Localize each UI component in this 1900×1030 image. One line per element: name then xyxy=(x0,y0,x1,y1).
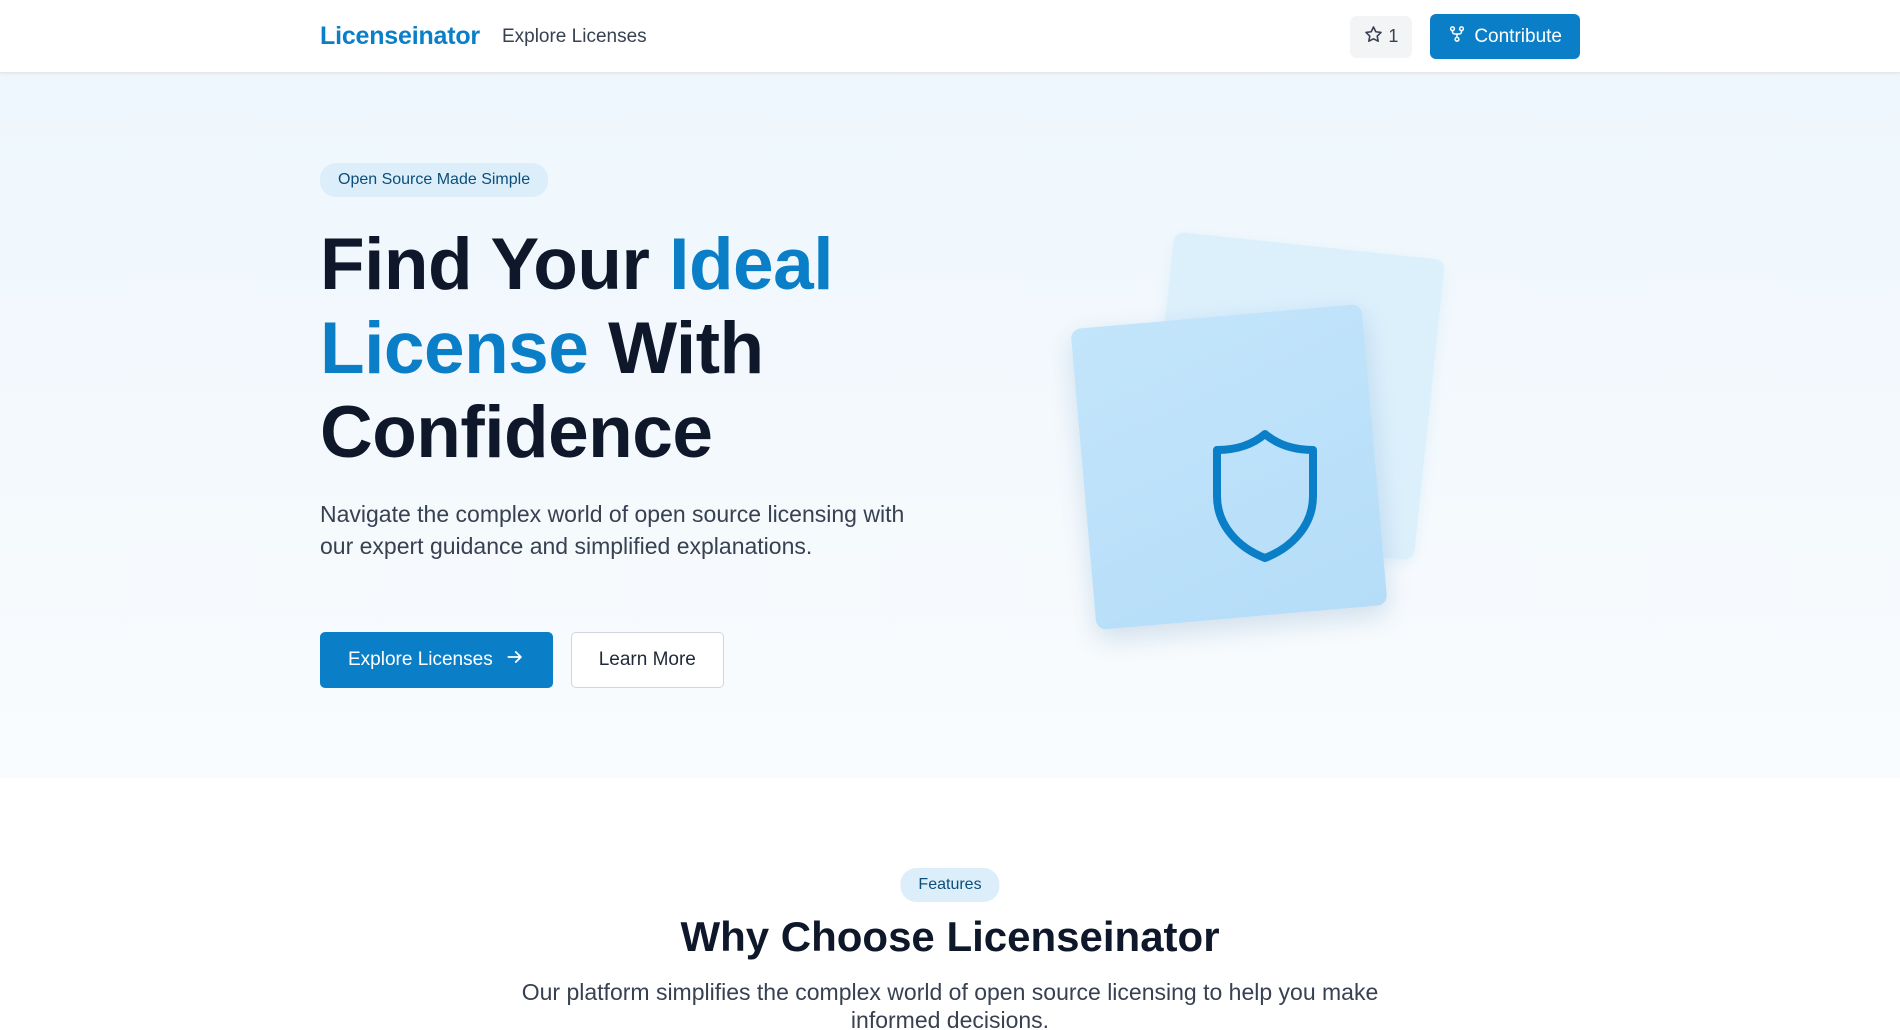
navbar-inner: Licenseinator Explore Licenses 1 Contrib… xyxy=(320,0,1580,73)
headline-part-3: Confidence xyxy=(320,392,713,473)
shield-icon xyxy=(1205,426,1325,566)
hero-headline: Find Your Ideal License With Confidence xyxy=(320,223,980,475)
star-count: 1 xyxy=(1388,26,1399,46)
git-fork-icon xyxy=(1448,25,1466,49)
learn-more-button[interactable]: Learn More xyxy=(570,632,724,688)
hero-badge: Open Source Made Simple xyxy=(320,163,549,197)
features-description: Our platform simplifies the complex worl… xyxy=(521,979,1379,1030)
explore-licenses-button[interactable]: Explore Licenses xyxy=(320,632,553,688)
hero-description: Navigate the complex world of open sourc… xyxy=(320,501,905,559)
hero-section: Open Source Made Simple Find Your Ideal L… xyxy=(0,73,1900,778)
contribute-label: Contribute xyxy=(1474,25,1562,47)
logo[interactable]: Licenseinator xyxy=(320,22,480,51)
headline-accent-license: License xyxy=(320,308,589,389)
contribute-button[interactable]: Contribute xyxy=(1430,14,1580,59)
arrow-right-icon xyxy=(505,647,525,673)
features-badge: Features xyxy=(900,868,1000,902)
top-navbar: Licenseinator Explore Licenses 1 Contrib… xyxy=(0,0,1900,73)
headline-part-1: Find Your xyxy=(320,224,670,305)
headline-part-2: With xyxy=(588,308,764,389)
star-button[interactable]: 1 xyxy=(1350,15,1413,58)
hero-actions: Explore Licenses Learn More xyxy=(320,632,724,688)
headline-accent-ideal: Ideal xyxy=(669,224,834,305)
star-icon xyxy=(1364,25,1383,49)
features-title: Why Choose Licenseinator xyxy=(680,913,1220,960)
explore-licenses-label: Explore Licenses xyxy=(348,649,493,670)
learn-more-label: Learn More xyxy=(598,649,696,670)
nav-link-explore-licenses[interactable]: Explore Licenses xyxy=(502,26,647,48)
features-section: Features Why Choose Licenseinator Our pl… xyxy=(0,778,1900,1030)
